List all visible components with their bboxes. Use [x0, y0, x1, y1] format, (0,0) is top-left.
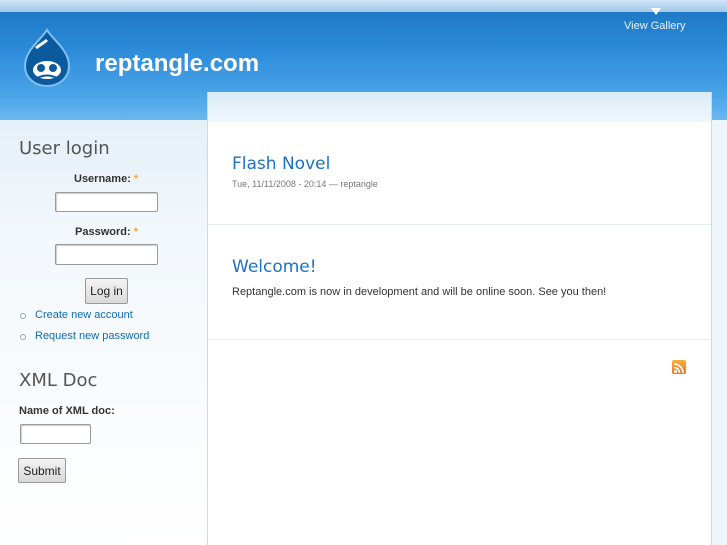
password-label-text: Password: — [75, 226, 131, 238]
create-account-link[interactable]: Create new account — [35, 309, 133, 321]
username-label: Username: * — [74, 173, 138, 185]
node-title-link[interactable]: Welcome! — [232, 257, 317, 277]
node-flash-novel: Flash Novel Tue, 11/11/2008 - 20:14 — re… — [208, 122, 711, 225]
view-gallery-link[interactable]: View Gallery — [624, 20, 686, 32]
login-button[interactable]: Log in — [85, 278, 128, 304]
site-name-link[interactable]: reptangle.com — [95, 50, 259, 78]
node-title-link[interactable]: Flash Novel — [232, 154, 330, 174]
bullet-icon — [20, 334, 26, 340]
submit-button[interactable]: Submit — [18, 458, 66, 483]
password-label: Password: * — [75, 226, 138, 238]
request-password-link[interactable]: Request new password — [35, 330, 149, 342]
node-submitted-meta: Tue, 11/11/2008 - 20:14 — reptangle — [232, 179, 378, 189]
bullet-icon — [20, 313, 26, 319]
node-welcome: Welcome! Reptangle.com is now in develop… — [208, 225, 711, 340]
password-input[interactable] — [55, 244, 158, 265]
content-top-bar — [208, 92, 711, 122]
username-label-text: Username: — [74, 173, 131, 185]
node-body-text: Reptangle.com is now in development and … — [232, 286, 607, 298]
required-marker: * — [133, 173, 139, 185]
xml-doc-name-label: Name of XML doc: — [19, 405, 115, 417]
main-content: Flash Novel Tue, 11/11/2008 - 20:14 — re… — [207, 92, 712, 545]
user-login-title: User login — [19, 138, 110, 159]
rss-feed-icon[interactable] — [672, 360, 686, 374]
rss-glyph-icon — [673, 363, 684, 374]
drupal-logo-icon[interactable] — [19, 28, 75, 88]
required-marker: * — [133, 226, 138, 238]
username-input[interactable] — [55, 192, 158, 212]
xml-doc-name-input[interactable] — [20, 424, 91, 444]
header-top-strip — [0, 0, 727, 12]
left-sidebar: User login Username: * Password: * Log i… — [0, 120, 207, 545]
xml-doc-title: XML Doc — [19, 370, 98, 391]
gallery-notch-icon — [651, 8, 661, 15]
